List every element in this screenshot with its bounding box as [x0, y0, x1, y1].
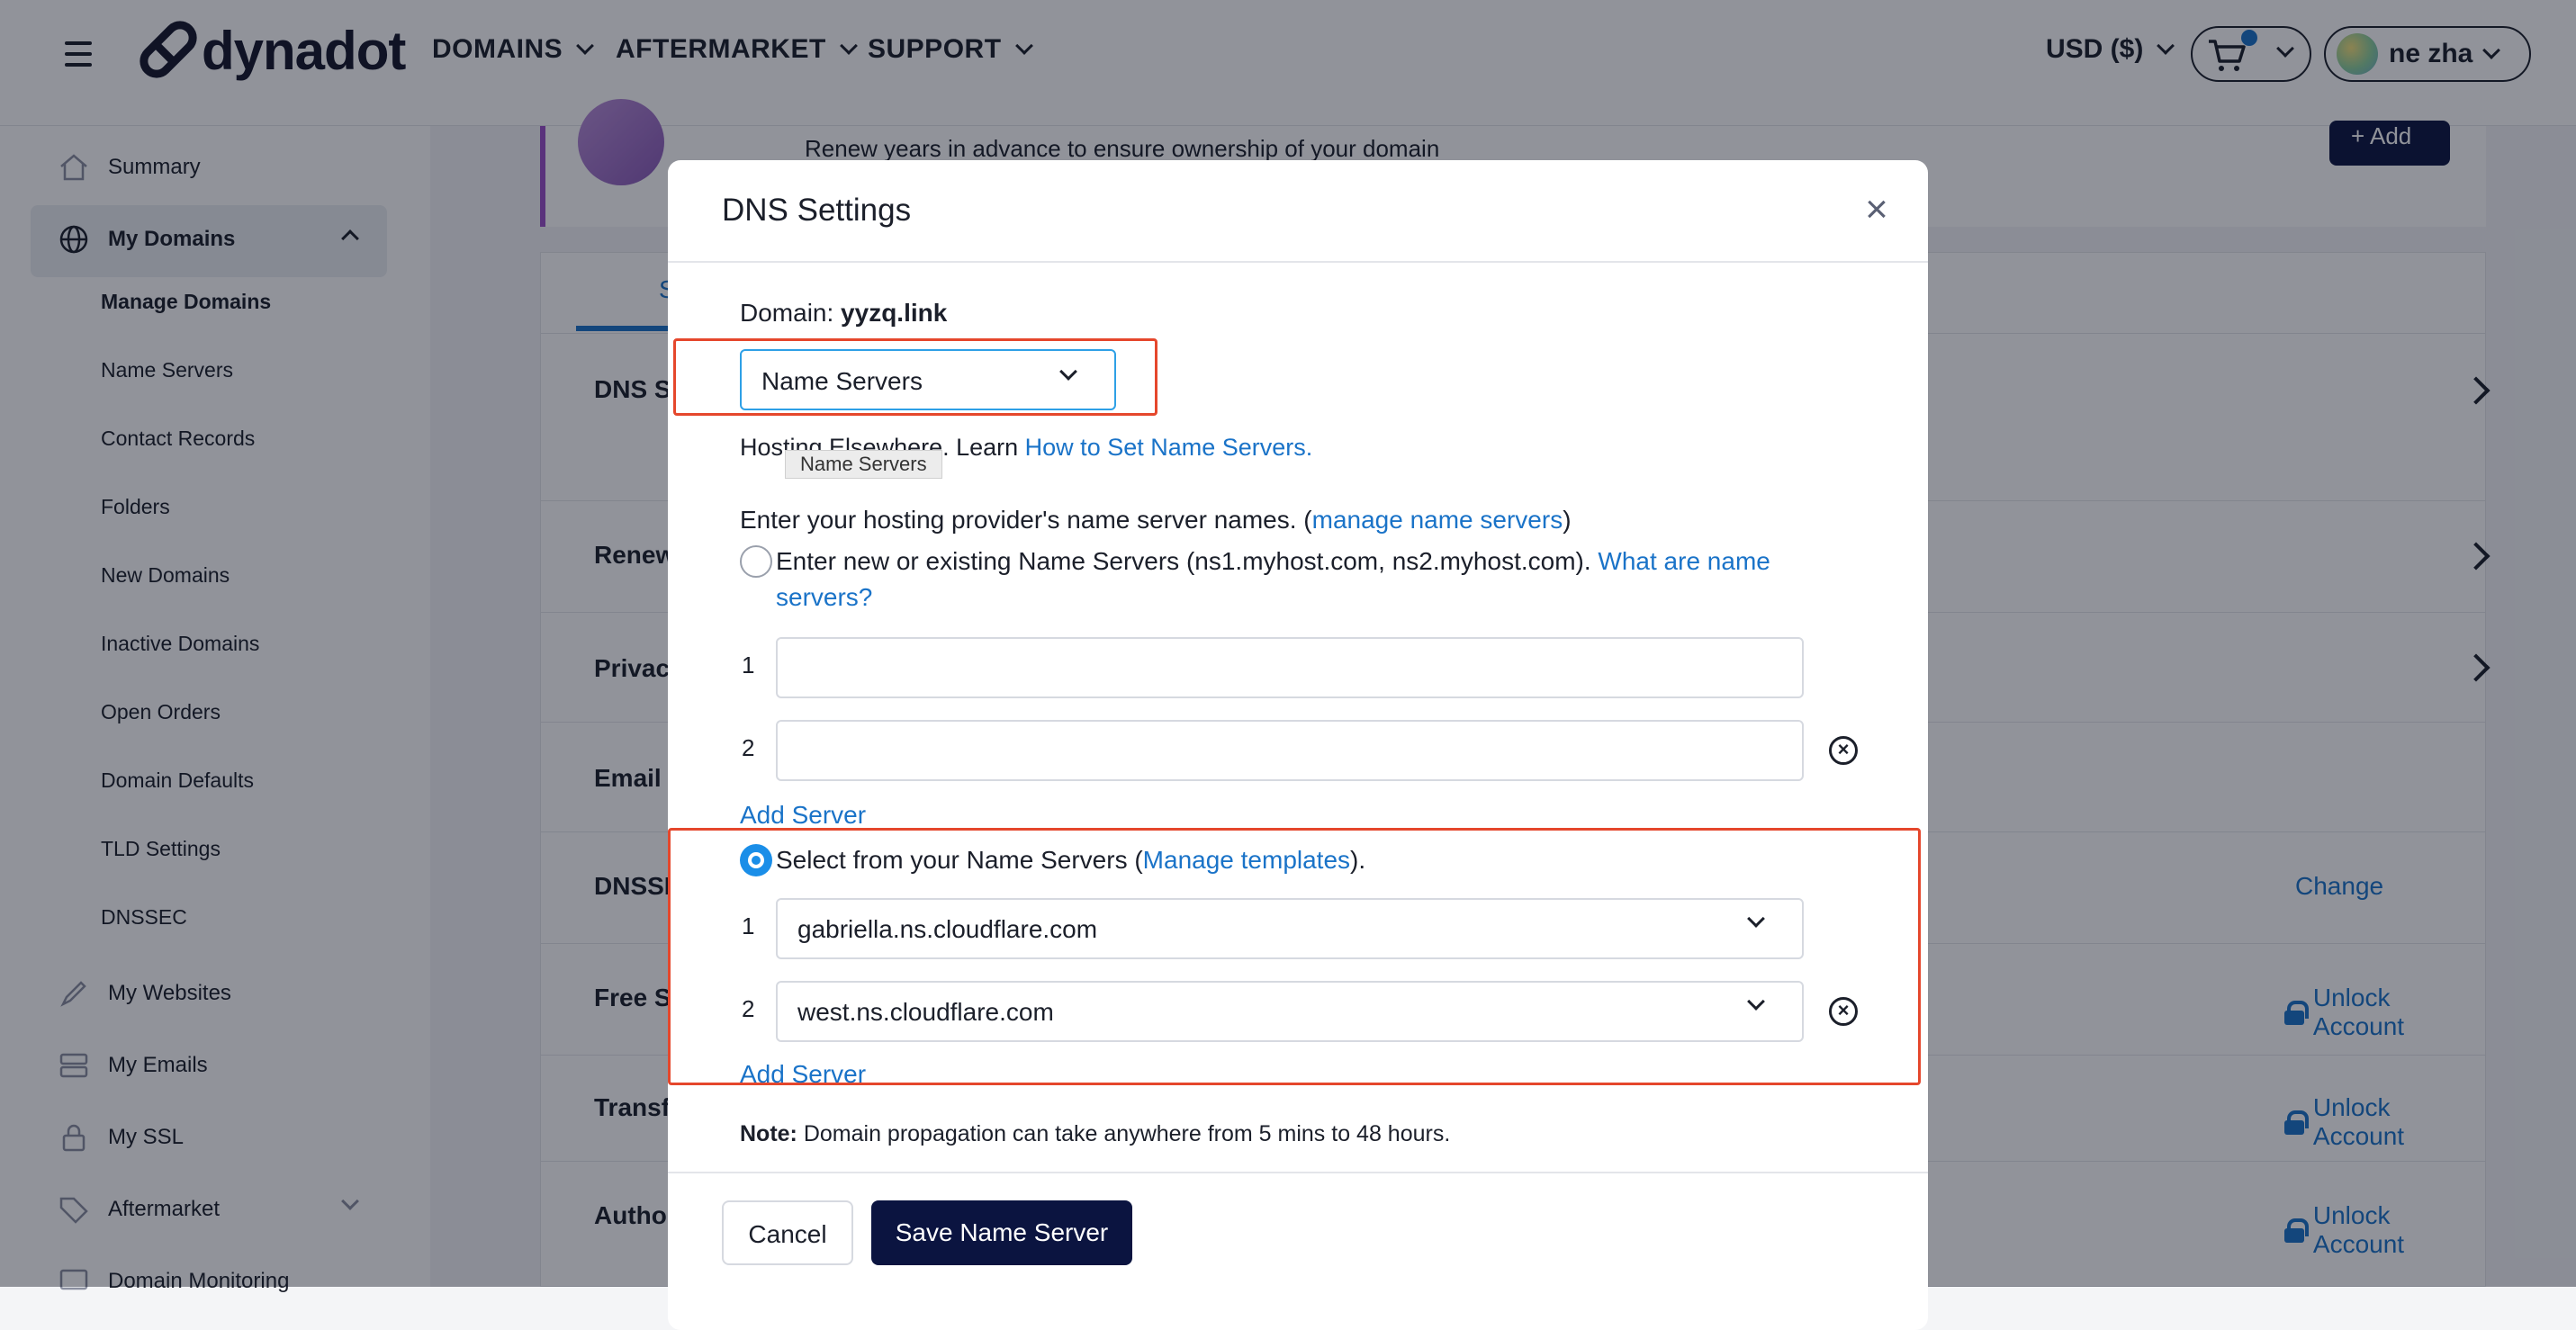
- row-number: 1: [742, 912, 755, 939]
- dns-type-value: Name Servers: [761, 367, 923, 395]
- add-server-link[interactable]: Add Server: [740, 1060, 866, 1089]
- dns-settings-modal: DNS Settings × Domain: yyzq.link Name Se…: [668, 160, 1928, 1330]
- note-label: Note:: [740, 1121, 797, 1146]
- domain-line: Domain: yyzq.link: [740, 299, 947, 328]
- tooltip: Name Servers: [785, 450, 942, 479]
- instruction-line: Enter your hosting provider's name serve…: [740, 506, 1572, 535]
- name-server-value: gabriella.ns.cloudflare.com: [797, 915, 1098, 943]
- modal-header-divider: [668, 261, 1928, 263]
- radio-enter-name-servers[interactable]: [740, 545, 772, 578]
- cancel-button[interactable]: Cancel: [722, 1200, 853, 1265]
- propagation-note: Note: Domain propagation can take anywhe…: [740, 1121, 1450, 1147]
- instruction-text: Enter your hosting provider's name serve…: [740, 506, 1312, 534]
- name-server-select-1[interactable]: gabriella.ns.cloudflare.com: [776, 898, 1804, 959]
- option-enter-name-servers: Enter new or existing Name Servers (ns1.…: [776, 544, 1820, 616]
- name-server-value: west.ns.cloudflare.com: [797, 998, 1054, 1026]
- domain-label: Domain:: [740, 299, 834, 327]
- option-select-text: Select from your Name Servers (: [776, 846, 1143, 874]
- option-select-suffix: ).: [1350, 846, 1366, 874]
- remove-circle-icon[interactable]: ×: [1829, 997, 1858, 1026]
- row-number: 1: [742, 652, 755, 678]
- name-server-input-2[interactable]: [776, 720, 1804, 781]
- save-name-server-button[interactable]: Save Name Server: [871, 1200, 1132, 1265]
- name-server-input-1[interactable]: [776, 637, 1804, 698]
- name-server-select-2[interactable]: west.ns.cloudflare.com: [776, 981, 1804, 1042]
- domain-value: yyzq.link: [841, 299, 948, 327]
- chevron-down-icon: [1747, 910, 1765, 928]
- manage-name-servers-link[interactable]: manage name servers: [1312, 506, 1563, 534]
- chevron-down-icon: [1059, 363, 1077, 381]
- radio-select-from-name-servers[interactable]: [740, 844, 772, 876]
- instruction-suffix: ): [1563, 506, 1572, 534]
- add-server-link[interactable]: Add Server: [740, 801, 866, 830]
- modal-footer-divider: [668, 1172, 1928, 1173]
- chevron-down-icon: [1747, 993, 1765, 1011]
- option-enter-text: Enter new or existing Name Servers (ns1.…: [776, 547, 1599, 575]
- how-to-set-name-servers-link[interactable]: How to Set Name Servers.: [1025, 434, 1313, 461]
- manage-templates-link[interactable]: Manage templates: [1143, 846, 1350, 874]
- option-select-from-name-servers: Select from your Name Servers (Manage te…: [776, 842, 1365, 878]
- remove-circle-icon[interactable]: ×: [1829, 736, 1858, 765]
- row-number: 2: [742, 734, 755, 761]
- close-icon[interactable]: ×: [1861, 190, 1892, 229]
- note-text: Domain propagation can take anywhere fro…: [797, 1121, 1451, 1146]
- dns-type-select[interactable]: Name Servers: [740, 349, 1116, 410]
- row-number: 2: [742, 995, 755, 1022]
- modal-title: DNS Settings: [722, 193, 912, 228]
